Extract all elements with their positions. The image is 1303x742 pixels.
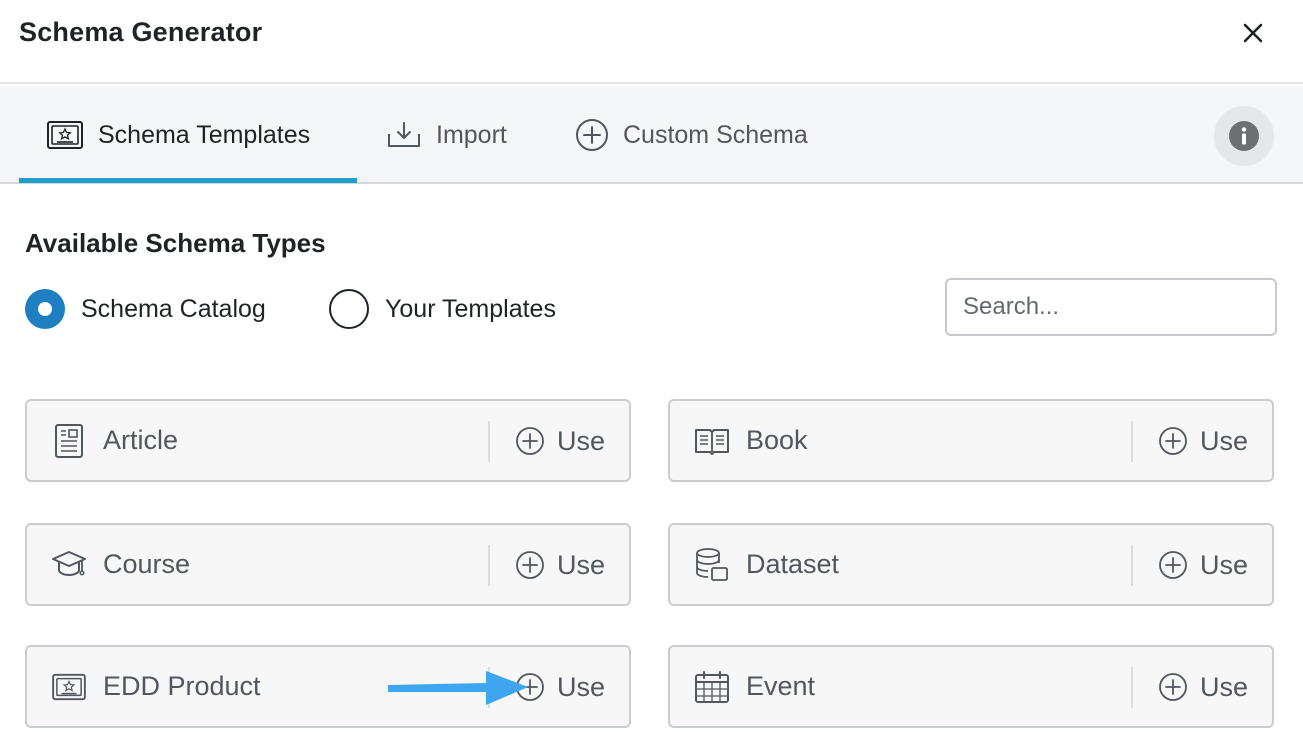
schema-card-label: Event — [746, 671, 816, 701]
schema-card-dataset: Dataset Use — [668, 523, 1274, 606]
use-button-course[interactable]: Use — [515, 543, 605, 587]
schema-card-label: Dataset — [746, 549, 840, 579]
schema-card-edd-product: EDD Product Use — [25, 645, 631, 728]
use-button-book[interactable]: Use — [1158, 419, 1248, 463]
use-label: Use — [557, 549, 606, 580]
modal-title: Schema Generator — [19, 17, 263, 47]
plus-circle-icon — [575, 118, 609, 152]
active-tab-indicator — [19, 178, 357, 183]
use-button-event[interactable]: Use — [1158, 665, 1248, 709]
use-label: Use — [1200, 425, 1249, 456]
certificate-icon — [51, 669, 87, 705]
plus-circle-icon — [1158, 426, 1188, 456]
tab-label: Schema Templates — [98, 120, 311, 149]
use-label: Use — [557, 425, 606, 456]
schema-card-label: Course — [103, 549, 191, 579]
card-divider — [1131, 421, 1133, 462]
plus-circle-icon — [1158, 550, 1188, 580]
card-divider — [1131, 545, 1133, 586]
tab-label: Import — [436, 120, 507, 149]
article-icon — [51, 423, 87, 459]
use-label: Use — [1200, 549, 1249, 580]
radio-label: Schema Catalog — [81, 294, 266, 323]
radio-schema-catalog[interactable]: Schema Catalog — [25, 287, 266, 331]
use-button-dataset[interactable]: Use — [1158, 543, 1248, 587]
tab-custom-schema[interactable]: Custom Schema — [575, 86, 808, 184]
schema-card-label: EDD Product — [103, 671, 261, 701]
schema-card-course: Course Use — [25, 523, 631, 606]
plus-circle-icon — [515, 426, 545, 456]
plus-circle-icon — [1158, 672, 1188, 702]
plus-circle-icon — [515, 550, 545, 580]
info-icon — [1229, 121, 1259, 151]
card-divider — [488, 545, 490, 586]
schema-card-label: Book — [746, 425, 808, 455]
radio-indicator-checked[interactable] — [25, 289, 65, 329]
use-button-article[interactable]: Use — [515, 419, 605, 463]
search-input[interactable] — [945, 278, 1277, 336]
book-icon — [694, 423, 730, 459]
schema-card-event: Event Use — [668, 645, 1274, 728]
card-divider — [1131, 667, 1133, 708]
tab-label: Custom Schema — [623, 120, 808, 149]
modal-header: Schema Generator — [0, 0, 1303, 84]
section-title: Available Schema Types — [25, 228, 326, 258]
radio-your-templates[interactable]: Your Templates — [329, 287, 556, 331]
use-label: Use — [1200, 671, 1249, 702]
calendar-icon — [694, 669, 730, 705]
radio-indicator-unchecked[interactable] — [329, 289, 369, 329]
database-icon — [694, 547, 730, 583]
import-icon — [386, 120, 422, 150]
certificate-icon — [46, 120, 84, 150]
card-divider — [488, 421, 490, 462]
tab-bar: Schema Templates Import Custom Schema — [0, 86, 1303, 184]
schema-card-label: Article — [103, 425, 179, 455]
use-label: Use — [557, 671, 606, 702]
annotation-arrow-icon — [388, 671, 528, 705]
close-icon — [1243, 23, 1263, 43]
tab-schema-templates[interactable]: Schema Templates — [46, 86, 310, 184]
graduation-cap-icon — [51, 547, 87, 583]
close-button[interactable] — [1232, 16, 1274, 50]
tab-import[interactable]: Import — [386, 86, 507, 184]
schema-card-book: Book Use — [668, 399, 1274, 482]
schema-card-article: Article Use — [25, 399, 631, 482]
radio-label: Your Templates — [385, 294, 556, 323]
info-button[interactable] — [1214, 106, 1274, 166]
